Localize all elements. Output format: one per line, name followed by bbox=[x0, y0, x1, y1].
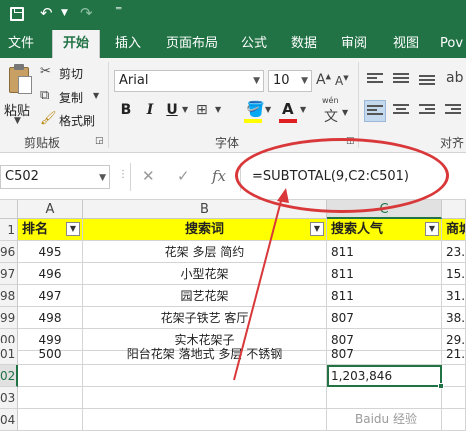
watermark: Baidu 经验 bbox=[355, 412, 417, 426]
annotation-arrow bbox=[233, 188, 289, 381]
